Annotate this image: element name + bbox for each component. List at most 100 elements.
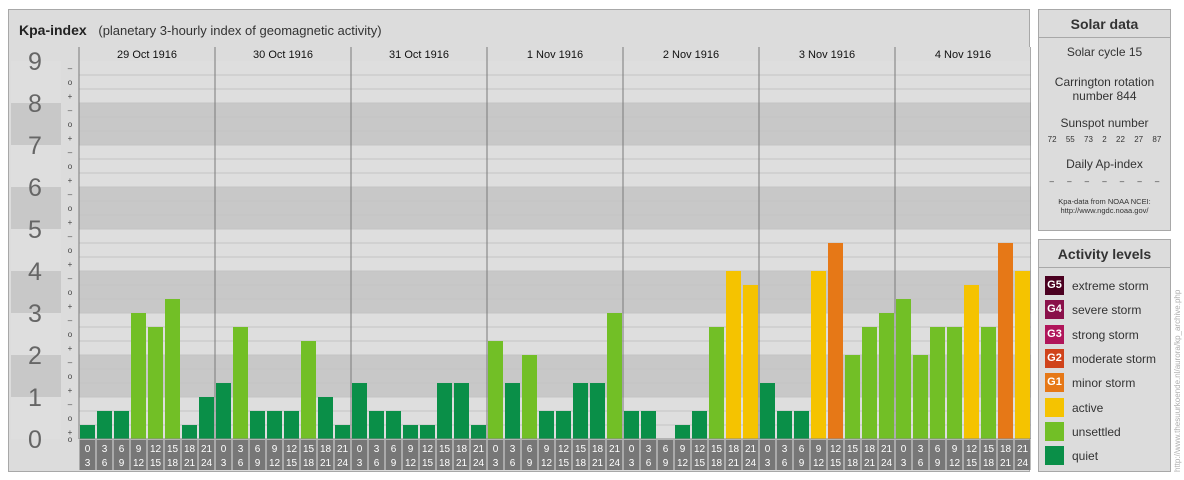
y-tick-label: 1 — [28, 384, 42, 412]
kp-bar — [692, 410, 707, 439]
kp-bar — [675, 425, 690, 439]
interval-start-label: 3 — [102, 444, 108, 455]
interval-start-label: 3 — [510, 444, 516, 455]
y-subtick-label: o — [68, 414, 73, 423]
y-tick-label: 9 — [28, 48, 42, 76]
kp-bar — [199, 397, 214, 439]
legend-row-g4: G4 severe storm — [1045, 300, 1141, 319]
ap-values: – – – – – – – — [1039, 177, 1170, 186]
interval-end-label: 18 — [439, 458, 451, 469]
kp-bar — [471, 425, 486, 439]
interval-start-label: 12 — [558, 444, 570, 455]
interval-start-label: 18 — [184, 444, 196, 455]
ap-value: – — [1154, 177, 1160, 186]
interval-start-label: 21 — [745, 444, 757, 455]
interval-start-label: 0 — [357, 444, 363, 455]
legend-label: quiet — [1072, 448, 1099, 463]
legend-row-g5: G5 extreme storm — [1045, 276, 1149, 295]
kpa-bar-chart: 0123456789+o–+o–+o–+o–+o–+o–+o–+o–+o–o29… — [11, 47, 1031, 470]
sunspot-value: 22 — [1116, 135, 1125, 144]
interval-end-label: 15 — [694, 458, 706, 469]
kp-bar — [573, 383, 588, 439]
data-credit-line-1: Kpa-data from NOAA NCEI: — [1058, 197, 1151, 206]
kp-bar — [726, 271, 741, 439]
interval-start-label: 18 — [456, 444, 468, 455]
kp-bar — [403, 425, 418, 439]
kp-bar — [794, 410, 809, 439]
interval-start-label: 3 — [782, 444, 788, 455]
legend-swatch-g3: G3 — [1045, 325, 1064, 344]
kp-bar — [590, 383, 605, 439]
ap-value: – — [1067, 177, 1072, 186]
kp-bar — [777, 410, 792, 439]
legend-label: minor storm — [1072, 375, 1136, 390]
legend-label: unsettled — [1072, 424, 1121, 439]
y-subtick-label: – — [68, 190, 73, 199]
interval-start-label: 21 — [473, 444, 485, 455]
interval-end-label: 15 — [422, 458, 434, 469]
interval-end-label: 18 — [167, 458, 179, 469]
data-credit-link[interactable]: http://www.ngdc.noaa.gov/ — [1039, 206, 1170, 215]
interval-start-label: 12 — [150, 444, 162, 455]
kp-bar — [165, 299, 180, 439]
interval-end-label: 3 — [493, 458, 499, 469]
kp-band — [79, 271, 1031, 313]
y-tick-label: 6 — [28, 174, 42, 202]
sunspot-value: 72 — [1047, 135, 1057, 144]
interval-end-label: 9 — [391, 458, 397, 469]
interval-end-label: 9 — [119, 458, 125, 469]
solar-data-panel: Solar data Solar cycle 15 Carrington rot… — [1038, 9, 1171, 231]
y-subtick-label: o — [68, 204, 73, 213]
kp-bar — [624, 410, 639, 439]
legend-label: active — [1072, 400, 1104, 415]
kp-bar — [386, 410, 401, 439]
interval-end-label: 3 — [629, 458, 635, 469]
interval-end-label: 18 — [983, 458, 995, 469]
y-subtick-label: o — [68, 330, 73, 339]
sunspot-values: 72 55 73 2 22 27 87 — [1039, 135, 1170, 144]
y-subtick-label: o — [68, 288, 73, 297]
interval-start-label: 9 — [272, 444, 278, 455]
legend-swatch-g5: G5 — [1045, 276, 1064, 295]
interval-end-label: 15 — [150, 458, 162, 469]
y-subtick-label: o — [68, 372, 73, 381]
legend-row-g2: G2 moderate storm — [1045, 349, 1156, 368]
kp-band — [79, 187, 1031, 229]
interval-start-label: 18 — [320, 444, 332, 455]
interval-end-label: 6 — [238, 458, 244, 469]
interval-end-label: 21 — [728, 458, 740, 469]
interval-start-label: 9 — [136, 444, 142, 455]
interval-start-label: 18 — [864, 444, 876, 455]
interval-start-label: 0 — [629, 444, 635, 455]
kp-bar — [284, 410, 299, 439]
y-tick-label: 5 — [28, 216, 42, 244]
sunspot-value: 55 — [1065, 135, 1075, 144]
interval-end-label: 12 — [405, 458, 417, 469]
interval-end-label: 6 — [510, 458, 516, 469]
interval-end-label: 21 — [184, 458, 196, 469]
interval-start-label: 0 — [221, 444, 227, 455]
y-subtick-label: – — [68, 316, 73, 325]
interval-end-label: 9 — [255, 458, 261, 469]
day-label: 2 Nov 1916 — [663, 49, 719, 61]
kp-bar — [301, 341, 316, 439]
kp-bar — [369, 410, 384, 439]
y-subtick-label: o — [68, 78, 73, 87]
interval-start-label: 21 — [1017, 444, 1029, 455]
y-subtick-label: + — [68, 134, 73, 143]
interval-start-label: 6 — [799, 444, 805, 455]
interval-start-label: 12 — [830, 444, 842, 455]
carrington-line-2: number 844 — [1072, 89, 1137, 103]
kp-bar — [998, 242, 1013, 439]
interval-end-label: 3 — [765, 458, 771, 469]
interval-start-label: 3 — [918, 444, 924, 455]
legend-row-active: active — [1045, 398, 1103, 417]
y-subtick-label: – — [68, 274, 73, 283]
interval-start-label: 6 — [255, 444, 261, 455]
legend-label: extreme storm — [1072, 278, 1149, 293]
source-watermark: http://www.thesuurkoende.nl/aurora/kp_ar… — [1173, 289, 1182, 472]
kp-bar — [454, 383, 469, 439]
interval-start-label: 21 — [337, 444, 349, 455]
carrington-line-1: Carrington rotation — [1054, 75, 1155, 89]
interval-end-label: 24 — [609, 458, 621, 469]
